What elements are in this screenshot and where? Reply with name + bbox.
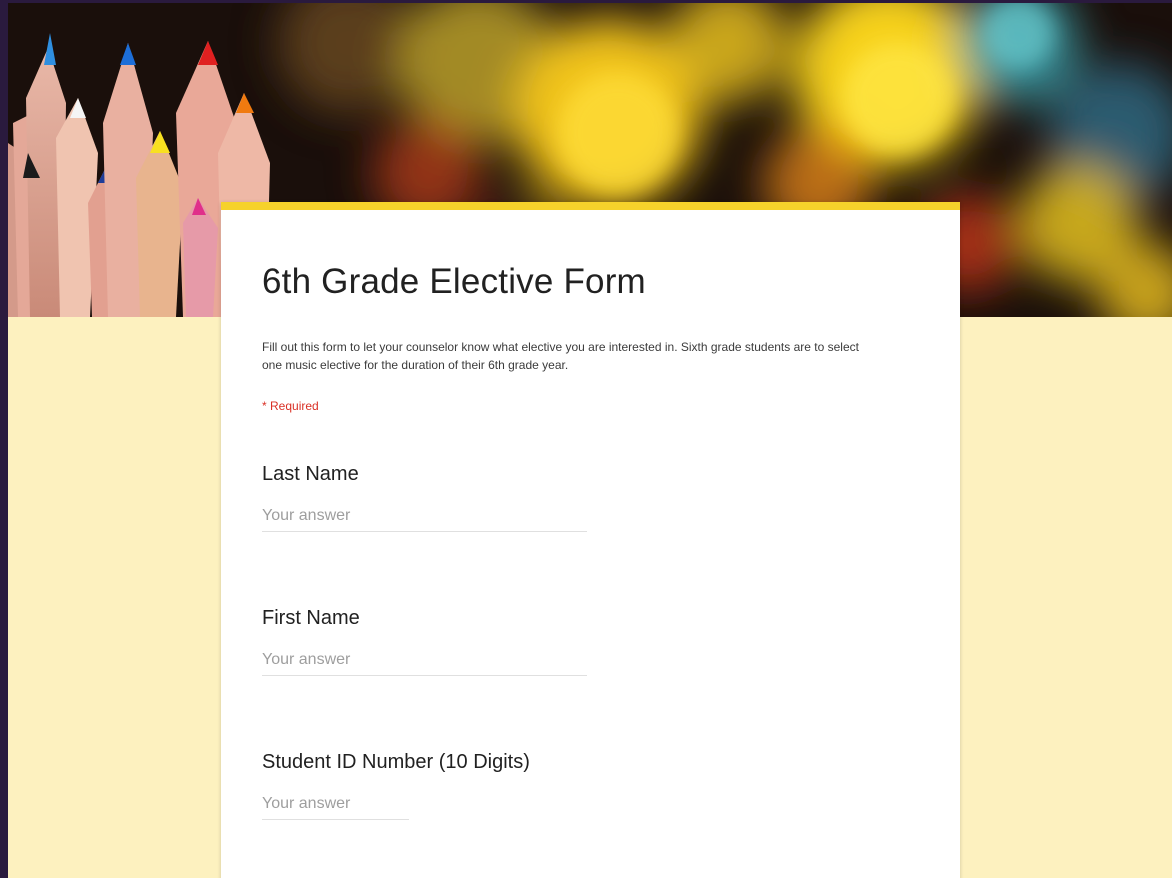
question-first-name: First Name bbox=[262, 607, 587, 676]
question-label: First Name bbox=[262, 607, 360, 629]
form-title: 6th Grade Elective Form bbox=[262, 262, 646, 301]
form-description: Fill out this form to let your counselor… bbox=[262, 340, 859, 372]
form-card: 6th Grade Elective Form Fill out this fo… bbox=[221, 202, 960, 878]
last-name-input[interactable] bbox=[262, 507, 587, 532]
question-label: Student ID Number (10 Digits) bbox=[262, 751, 530, 773]
question-student-id: Student ID Number (10 Digits) bbox=[262, 751, 530, 820]
first-name-input[interactable] bbox=[262, 651, 587, 676]
student-id-input[interactable] bbox=[262, 795, 409, 820]
question-label: Last Name bbox=[262, 463, 359, 485]
required-note: * Required bbox=[262, 399, 319, 413]
page-frame: 6th Grade Elective Form Fill out this fo… bbox=[8, 3, 1172, 878]
question-last-name: Last Name bbox=[262, 463, 587, 532]
